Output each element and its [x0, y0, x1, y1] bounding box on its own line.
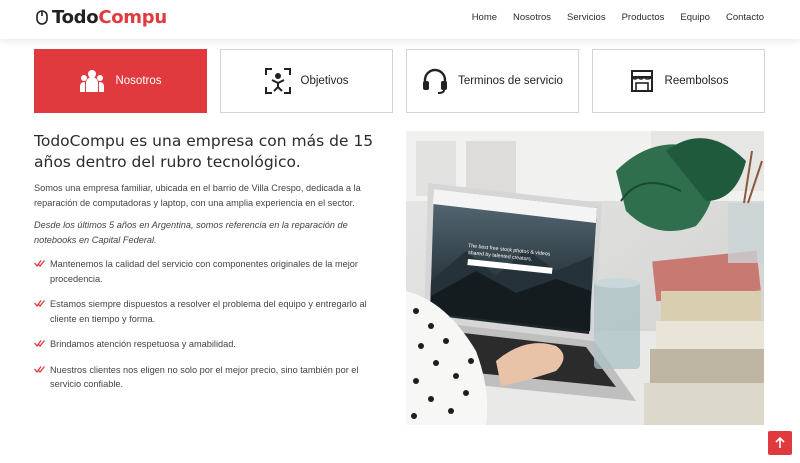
- tab-nosotros[interactable]: Nosotros: [34, 49, 207, 113]
- list-item-text: Estamos siempre dispuestos a resolver el…: [50, 299, 367, 324]
- list-item-text: Mantenemos la calidad del servicio con c…: [50, 259, 358, 284]
- brand-logo[interactable]: TodoCompu: [36, 7, 167, 28]
- tab-label: Terminos de servicio: [458, 75, 563, 87]
- double-check-icon: [34, 300, 45, 308]
- nav-productos[interactable]: Productos: [622, 12, 665, 23]
- list-item: Estamos siempre dispuestos a resolver el…: [34, 297, 389, 326]
- tab-terminos[interactable]: Terminos de servicio: [406, 49, 579, 113]
- list-item: Mantenemos la calidad del servicio con c…: [34, 257, 389, 286]
- nav-contacto[interactable]: Contacto: [726, 12, 764, 23]
- nav-home[interactable]: Home: [472, 12, 497, 23]
- list-item: Nuestros clientes nos eligen no solo por…: [34, 363, 389, 392]
- headset-icon: [422, 68, 448, 94]
- list-item-text: Nuestros clientes nos eligen no solo por…: [50, 364, 359, 390]
- store-icon: [629, 68, 655, 94]
- tab-label: Objetivos: [300, 75, 349, 87]
- mouse-icon: [36, 10, 48, 25]
- about-paragraph: Somos una empresa familiar, ubicada en e…: [34, 183, 361, 208]
- brand-name-part1: Todo: [52, 7, 99, 28]
- double-check-icon: [34, 340, 45, 348]
- team-icon: [79, 68, 105, 94]
- tab-reembolsos[interactable]: Reembolsos: [592, 49, 765, 113]
- about-italic: Desde los últimos 5 años en Argentina, s…: [34, 220, 348, 245]
- arrow-up-icon: [775, 437, 785, 448]
- list-item-text: Brindamos atención respetuosa y amabilid…: [50, 339, 236, 349]
- tab-label: Reembolsos: [664, 75, 729, 87]
- double-check-icon: [34, 365, 45, 373]
- about-points: Mantenemos la calidad del servicio con c…: [34, 257, 389, 392]
- about-content: TodoCompu es una empresa con más de 15 a…: [34, 131, 389, 403]
- about-heading: TodoCompu es una empresa con más de 15 a…: [34, 132, 374, 171]
- tab-objetivos[interactable]: Objetivos: [220, 49, 393, 113]
- nav-nosotros[interactable]: Nosotros: [513, 12, 551, 23]
- tab-label: Nosotros: [115, 75, 162, 87]
- about-photo: The best free stock photos & videos shar…: [406, 131, 764, 425]
- site-header: TodoCompu Home Nosotros Servicios Produc…: [0, 0, 800, 39]
- back-to-top-button[interactable]: [768, 431, 792, 455]
- main-nav: Home Nosotros Servicios Productos Equipo…: [456, 12, 764, 23]
- about-tabs: Nosotros Objetivos Terminos de servicio: [34, 49, 765, 113]
- laptop-photo: The best free stock photos & videos shar…: [406, 131, 764, 425]
- double-check-icon: [34, 260, 45, 268]
- nav-servicios[interactable]: Servicios: [567, 12, 606, 23]
- brand-name-part2: Compu: [98, 7, 167, 28]
- brand-name: TodoCompu: [52, 7, 167, 28]
- target-person-icon: [264, 68, 291, 94]
- list-item: Brindamos atención respetuosa y amabilid…: [34, 337, 389, 352]
- nav-equipo[interactable]: Equipo: [680, 12, 710, 23]
